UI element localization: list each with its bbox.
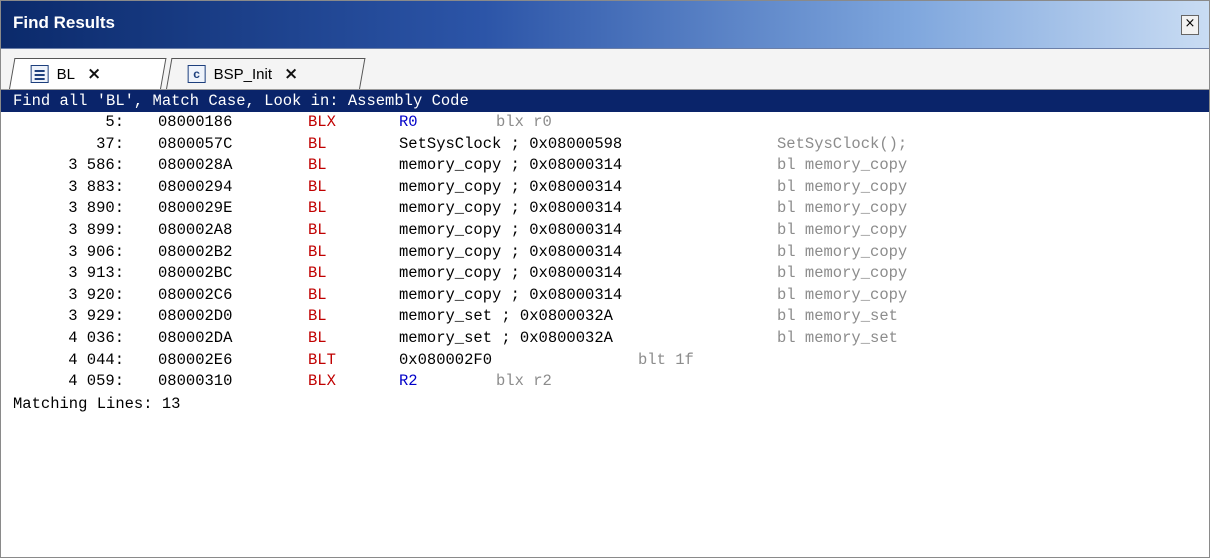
source-line: bl memory_copy <box>777 285 908 304</box>
operand: memory_set ; 0x0800032A <box>399 307 613 326</box>
address: 08000310 <box>158 372 233 391</box>
tab-label: BL <box>56 65 76 83</box>
source-line: bl memory_copy <box>777 220 908 239</box>
opcode: BLT <box>308 350 336 369</box>
operand: memory_set ; 0x0800032A <box>399 328 613 347</box>
address: 08000294 <box>158 177 233 196</box>
operand: memory_copy ; 0x08000314 <box>399 264 623 283</box>
tab-strip: BL × c BSP_Init × <box>1 49 1209 90</box>
opcode: BLX <box>308 113 336 131</box>
address: 0800028A <box>158 156 233 175</box>
result-row[interactable]: 3 883: 08000294 BL memory_copy ; 0x08000314… <box>1 177 1209 199</box>
operand: memory_copy ; 0x08000314 <box>399 285 623 304</box>
address: 080002BC <box>158 264 233 283</box>
source-line: blt 1f <box>638 350 694 369</box>
result-row[interactable]: 3 920: 080002C6 BL memory_copy ; 0x08000314… <box>1 285 1209 307</box>
operand: memory_copy ; 0x08000314 <box>399 242 623 261</box>
result-row[interactable]: 3 586: 0800028A BL memory_copy ; 0x08000314… <box>1 155 1209 177</box>
opcode: BL <box>308 199 327 218</box>
tab-label: BSP_Init <box>213 65 273 83</box>
window-title: Find Results <box>13 13 116 32</box>
results-list: 5: 08000186 BLX R0 blx r0 37: 0800057C BL SetSys… <box>1 112 1209 393</box>
address: 0800057C <box>158 134 233 153</box>
result-row[interactable]: 3 913: 080002BC BL memory_copy ; 0x08000314… <box>1 263 1209 285</box>
result-row[interactable]: 3 929: 080002D0 BL memory_set ; 0x0800032A b… <box>1 306 1209 328</box>
line-number: 3 920: <box>68 285 124 304</box>
operand: SetSysClock ; 0x08000598 <box>399 134 623 153</box>
opcode: BL <box>308 220 327 239</box>
source-line: bl memory_set <box>777 307 898 326</box>
source-line: blx r2 <box>496 372 552 391</box>
result-row[interactable]: 4 036: 080002DA BL memory_set ; 0x0800032A b… <box>1 328 1209 350</box>
line-number: 4 036: <box>68 328 124 347</box>
address: 08000186 <box>158 113 233 131</box>
source-line: bl memory_copy <box>777 156 908 175</box>
tab-bl[interactable]: BL × <box>9 58 167 89</box>
search-summary-header[interactable]: Find all 'BL', Match Case, Look in: Asse… <box>1 90 1209 112</box>
address: 080002DA <box>158 328 233 347</box>
line-number: 3 890: <box>68 199 124 218</box>
operand: 0x080002F0 <box>399 350 493 369</box>
close-window-button[interactable]: × <box>1181 15 1199 35</box>
source-line: bl memory_copy <box>777 242 908 261</box>
address: 080002B2 <box>158 242 233 261</box>
operand: R0 <box>399 113 418 131</box>
line-number: 4 059: <box>68 372 124 391</box>
source-line: bl memory_copy <box>777 177 908 196</box>
opcode: BL <box>308 328 327 347</box>
operand: memory_copy ; 0x08000314 <box>399 199 623 218</box>
operand: R2 <box>399 372 418 391</box>
matching-lines-count: Matching Lines: 13 <box>13 394 181 413</box>
line-number: 3 899: <box>68 220 124 239</box>
result-row[interactable]: 3 906: 080002B2 BL memory_copy ; 0x08000314… <box>1 242 1209 264</box>
line-number: 3 906: <box>68 242 124 261</box>
tab-bsp-init[interactable]: c BSP_Init × <box>166 58 366 89</box>
address: 080002A8 <box>158 220 233 239</box>
source-line: blx r0 <box>496 113 552 131</box>
opcode: BL <box>308 242 327 261</box>
address: 0800029E <box>158 199 233 218</box>
result-row[interactable]: 4 044: 080002E6 BLT 0x080002F0 blt 1f <box>1 350 1209 372</box>
line-number: 37: <box>96 134 124 153</box>
source-line: bl memory_set <box>777 328 898 347</box>
opcode: BL <box>308 134 327 153</box>
result-row[interactable]: 4 059: 08000310 BLX R2 blx r2 <box>1 371 1209 393</box>
opcode: BL <box>308 156 327 175</box>
source-line: bl memory_copy <box>777 199 908 218</box>
result-row[interactable]: 3 890: 0800029E BL memory_copy ; 0x08000314… <box>1 198 1209 220</box>
line-number: 3 586: <box>68 156 124 175</box>
result-row[interactable]: 3 899: 080002A8 BL memory_copy ; 0x08000314… <box>1 220 1209 242</box>
result-row[interactable]: 37: 0800057C BL SetSysClock ; 0x08000598 Set… <box>1 134 1209 156</box>
opcode: BL <box>308 177 327 196</box>
line-number: 3 913: <box>68 264 124 283</box>
tab-close-icon[interactable]: × <box>87 64 101 84</box>
c-file-icon: c <box>187 65 206 83</box>
operand: memory_copy ; 0x08000314 <box>399 220 623 239</box>
line-number: 4 044: <box>68 350 124 369</box>
line-number: 3 929: <box>68 307 124 326</box>
opcode: BLX <box>308 372 336 391</box>
address: 080002E6 <box>158 350 233 369</box>
operand: memory_copy ; 0x08000314 <box>399 156 623 175</box>
find-results-window: Find Results × BL × c BSP_Init × Find al… <box>0 0 1210 558</box>
line-number: 5: <box>105 113 124 131</box>
document-list-icon <box>30 65 49 83</box>
result-row[interactable]: 5: 08000186 BLX R0 blx r0 <box>1 112 1209 134</box>
source-line: bl memory_copy <box>777 264 908 283</box>
title-bar[interactable]: Find Results × <box>1 1 1209 49</box>
tab-close-icon[interactable]: × <box>284 64 298 84</box>
opcode: BL <box>308 307 327 326</box>
source-line: SetSysClock(); <box>777 134 908 153</box>
opcode: BL <box>308 285 327 304</box>
results-pane[interactable]: Find all 'BL', Match Case, Look in: Asse… <box>1 90 1209 557</box>
address: 080002C6 <box>158 285 233 304</box>
address: 080002D0 <box>158 307 233 326</box>
opcode: BL <box>308 264 327 283</box>
operand: memory_copy ; 0x08000314 <box>399 177 623 196</box>
line-number: 3 883: <box>68 177 124 196</box>
